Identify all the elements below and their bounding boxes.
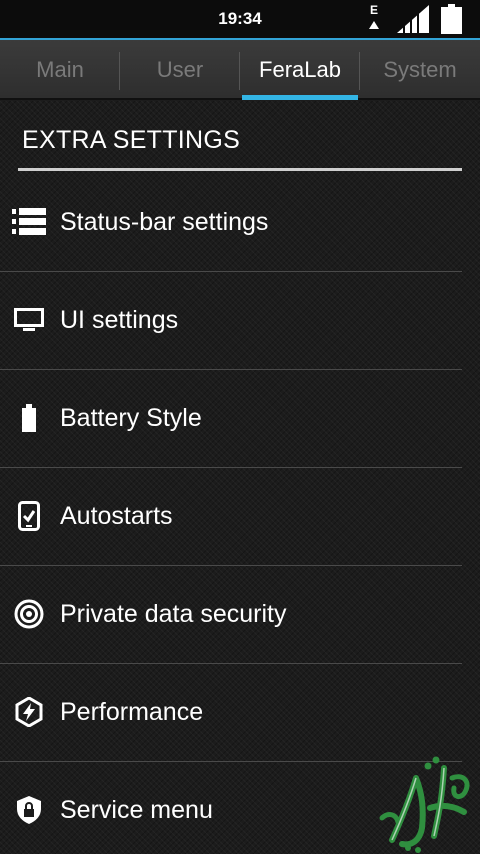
menu-item-performance[interactable]: Performance (0, 663, 480, 761)
menu-item-status-bar-settings[interactable]: Status-bar settings (0, 173, 480, 271)
section-title: EXTRA SETTINGS (22, 126, 241, 154)
tab-main[interactable]: Main (0, 40, 120, 100)
menu-item-label: Battery Style (60, 403, 202, 432)
calligraphy-watermark-logo (379, 756, 470, 853)
menu-item-label: Status-bar settings (60, 207, 269, 236)
menu-item-battery-style[interactable]: Battery Style (0, 369, 480, 467)
menu-item-private-data-security[interactable]: Private data security (0, 565, 480, 663)
shield-lock-icon (11, 792, 47, 828)
menu-item-label: Performance (60, 697, 204, 726)
data-activity-icon (369, 21, 379, 29)
battery-icon (441, 4, 462, 34)
phone-check-icon (11, 498, 47, 534)
menu-item-label: Service menu (60, 795, 213, 824)
tab-user[interactable]: User (120, 40, 240, 100)
network-type-label: E (370, 3, 379, 17)
signal-bars-icon (397, 5, 429, 33)
active-tab-indicator (242, 95, 358, 100)
list-icon (11, 204, 47, 240)
menu-item-label: UI settings (60, 305, 179, 334)
lightning-icon (11, 694, 47, 730)
tab-feralab[interactable]: FeraLab (240, 40, 360, 100)
network-type-indicator: E (368, 3, 382, 33)
monitor-icon (11, 302, 47, 338)
target-icon (11, 596, 47, 632)
menu-item-label: Autostarts (60, 501, 173, 530)
section-divider (18, 168, 462, 171)
menu-item-label: Private data security (60, 599, 287, 628)
battery-icon (11, 400, 47, 436)
status-bar: 19:34 E (0, 0, 480, 38)
menu-item-ui-settings[interactable]: UI settings (0, 271, 480, 369)
tab-bar: Main User FeraLab System (0, 40, 480, 100)
menu-item-autostarts[interactable]: Autostarts (0, 467, 480, 565)
tab-system[interactable]: System (360, 40, 480, 100)
